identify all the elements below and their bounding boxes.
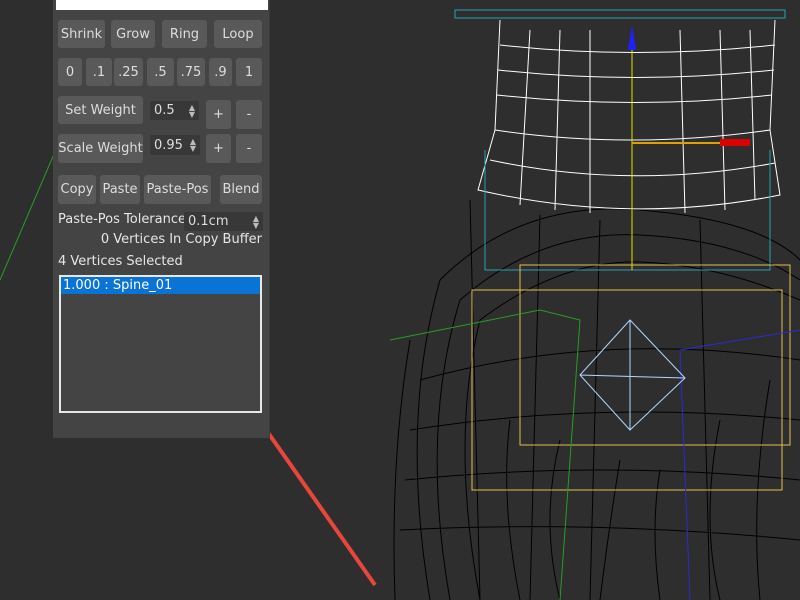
- scale-weight-minus-button[interactable]: -: [236, 134, 262, 163]
- shrink-button[interactable]: Shrink: [58, 20, 105, 48]
- weight-preset-0[interactable]: 0: [58, 58, 82, 86]
- scale-weight-plus-button[interactable]: +: [206, 134, 231, 163]
- set-weight-button[interactable]: Set Weight: [58, 96, 143, 124]
- weight-preset-0.9[interactable]: .9: [209, 58, 232, 86]
- vertices-selected-status: 4 Vertices Selected: [58, 254, 183, 269]
- weight-preset-0.5[interactable]: .5: [147, 58, 174, 86]
- weight-preset-1[interactable]: 1: [236, 58, 262, 86]
- scale-weight-button[interactable]: Scale Weight: [58, 134, 143, 163]
- weight-preset-0.75[interactable]: .75: [177, 58, 205, 86]
- scale-weight-value: 0.95: [154, 137, 183, 153]
- paste-button[interactable]: Paste: [100, 175, 140, 204]
- ring-button[interactable]: Ring: [162, 20, 207, 48]
- tolerance-value: 0.1cm: [188, 214, 229, 229]
- list-item[interactable]: 1.000 : Spine_01: [61, 277, 260, 294]
- spinner-arrows-icon[interactable]: ▲ ▼: [253, 214, 259, 229]
- set-weight-spinner[interactable]: 0.5 ▲ ▼: [150, 101, 199, 120]
- set-weight-value: 0.5: [154, 103, 175, 118]
- set-weight-minus-button[interactable]: -: [236, 100, 262, 129]
- blend-button[interactable]: Blend: [220, 175, 262, 204]
- spinner-arrows-icon[interactable]: ▲ ▼: [189, 103, 195, 118]
- paste-pos-tolerance-label: Paste-Pos Tolerance: [58, 212, 187, 227]
- copy-button[interactable]: Copy: [58, 175, 96, 204]
- skin-weight-panel: Shrink Grow Ring Loop 0 .1 .25 .5 .75 .9…: [53, 0, 270, 438]
- grow-button[interactable]: Grow: [111, 20, 155, 48]
- scale-weight-spinner[interactable]: 0.95 ▲ ▼: [150, 135, 200, 155]
- set-weight-plus-button[interactable]: +: [206, 100, 231, 129]
- loop-button[interactable]: Loop: [214, 20, 262, 48]
- bone-weight-list[interactable]: 1.000 : Spine_01: [59, 275, 262, 413]
- weight-preset-0.1[interactable]: .1: [86, 58, 112, 86]
- paste-pos-tolerance-spinner[interactable]: 0.1cm ▲ ▼: [184, 212, 263, 231]
- spinner-arrows-icon[interactable]: ▲ ▼: [190, 138, 196, 153]
- panel-header-strip: [56, 0, 268, 10]
- copy-buffer-status: 0 Vertices In Copy Buffer: [100, 232, 262, 247]
- weight-preset-0.25[interactable]: .25: [114, 58, 143, 86]
- paste-pos-button[interactable]: Paste-Pos: [144, 175, 211, 204]
